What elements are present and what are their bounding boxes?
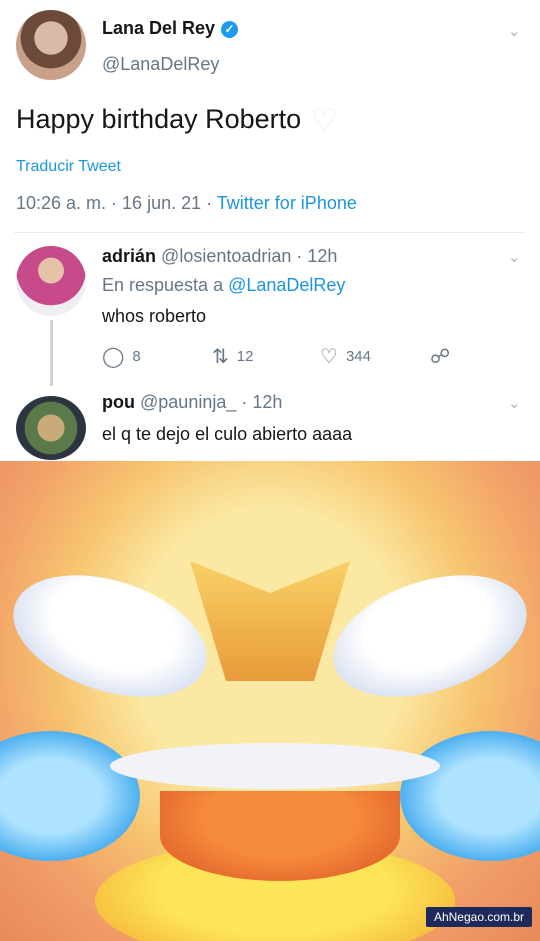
in-reply-prefix: En respuesta a — [102, 275, 229, 295]
reply-action[interactable]: ◯ 8 — [102, 344, 141, 369]
tweet-text: Happy birthday Roberto ♡ — [16, 103, 338, 138]
reply-avatar[interactable] — [16, 246, 86, 316]
reply-avatar[interactable] — [16, 396, 86, 460]
author-name[interactable]: Lana Del Rey — [102, 18, 215, 38]
reply-tweet[interactable]: pou @pauninja_ · 12h ⌄ el q te dejo el c… — [0, 388, 540, 460]
reply-icon: ◯ — [102, 346, 125, 368]
reply-author-handle[interactable]: @losientoadrian · 12h — [161, 246, 337, 266]
divider — [14, 232, 526, 233]
reply-header: pou @pauninja_ · 12h — [102, 392, 282, 413]
verified-badge-icon: ✓ — [221, 21, 239, 38]
heart-icon: ♡ — [320, 346, 338, 368]
reply-text: el q te dejo el culo abierto aaaa — [102, 424, 353, 444]
thread-line — [50, 320, 53, 386]
emoji-teeth — [110, 743, 440, 789]
white-heart-emoji: ♡ — [311, 104, 339, 137]
reply-tweet[interactable]: adrián @losientoadrian · 12h ⌄ En respue… — [0, 242, 540, 386]
emoji-tear-right — [400, 731, 540, 861]
tweet-timestamp[interactable]: 10:26 a. m. · 16 jun. 21 · — [16, 193, 217, 213]
reply-text: whos roberto — [102, 306, 207, 326]
chevron-down-icon[interactable]: ⌄ — [508, 394, 521, 412]
in-reply-handle-link[interactable]: @LanaDelRey — [228, 275, 345, 295]
tweet-source-link[interactable]: Twitter for iPhone — [217, 193, 357, 213]
retweet-icon: ⇅ — [212, 346, 229, 368]
chevron-down-icon[interactable]: ⌄ — [508, 22, 521, 40]
emoji-eye-right — [317, 552, 540, 720]
retweet-action[interactable]: ⇅ 12 — [212, 344, 253, 369]
reply-actions: ◯ 8 ⇅ 12 ♡ 344 ☍ — [102, 344, 462, 368]
laughing-emoji-image: AhNegao.com.br — [0, 461, 540, 941]
chevron-down-icon[interactable]: ⌄ — [508, 248, 521, 266]
emoji-mouth — [160, 791, 400, 881]
like-action[interactable]: ♡ 344 — [320, 344, 371, 369]
reply-count: 8 — [132, 348, 141, 365]
reply-author-handle[interactable]: @pauninja_ · 12h — [140, 392, 282, 412]
retweet-count: 12 — [236, 348, 254, 365]
share-icon: ☍ — [430, 346, 451, 368]
share-action[interactable]: ☍ — [430, 344, 458, 369]
main-tweet: Lana Del Rey ✓ @LanaDelRey ⌄ Happy birthd… — [0, 0, 540, 232]
emoji-tear-left — [0, 731, 140, 861]
reply-author-name[interactable]: pou — [102, 392, 135, 412]
in-reply-to: En respuesta a @LanaDelRey — [102, 275, 345, 296]
emoji-eye-left — [0, 552, 223, 720]
author-handle[interactable]: @LanaDelRey — [102, 54, 219, 75]
like-count: 344 — [345, 348, 371, 365]
translate-tweet-link[interactable]: Traducir Tweet — [16, 158, 121, 176]
author-name-row[interactable]: Lana Del Rey ✓ — [102, 18, 239, 39]
reply-author-name[interactable]: adrián — [102, 246, 156, 266]
author-avatar[interactable] — [16, 10, 86, 80]
tweet-text-content: Happy birthday Roberto — [16, 104, 302, 134]
tweet-meta: 10:26 a. m. · 16 jun. 21 · Twitter for i… — [16, 193, 357, 214]
reply-header: adrián @losientoadrian · 12h — [102, 246, 337, 267]
watermark: AhNegao.com.br — [425, 907, 532, 927]
